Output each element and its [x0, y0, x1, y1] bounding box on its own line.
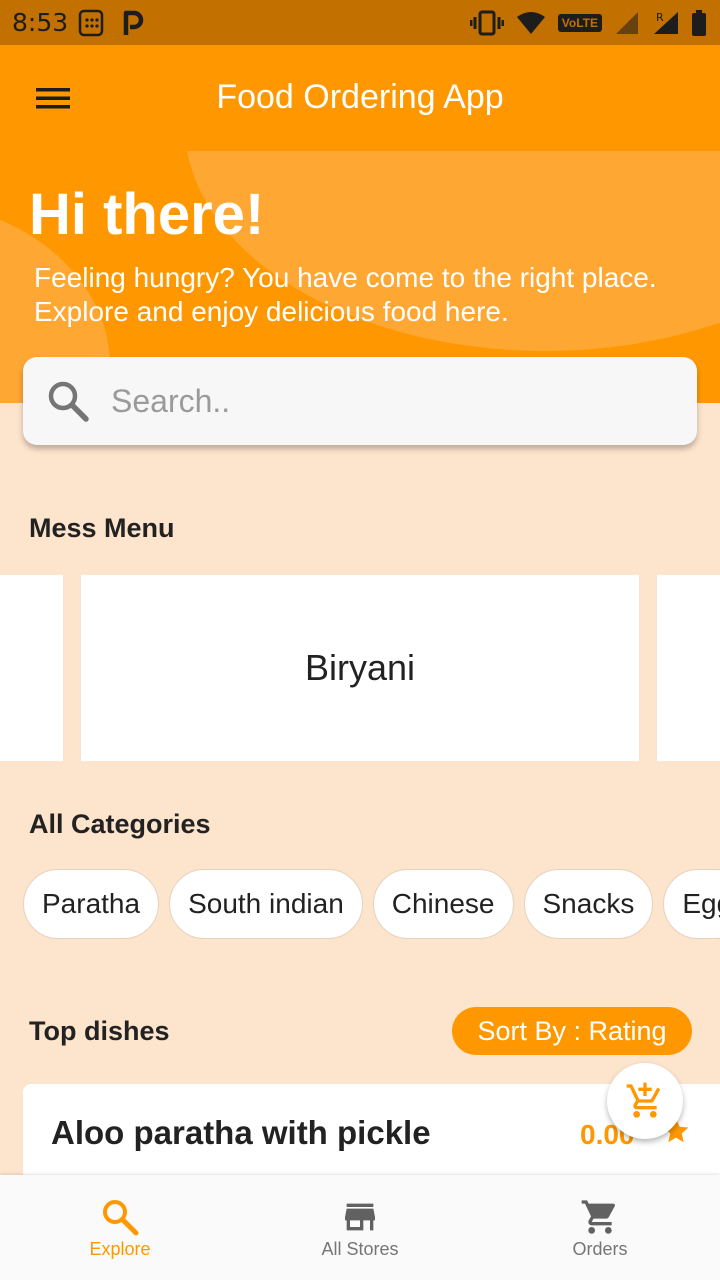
- bottom-navigation: Explore All Stores Orders: [0, 1175, 720, 1280]
- add-shopping-cart-icon: [626, 1082, 661, 1118]
- search-icon: [48, 381, 89, 422]
- app-bar: Food Ordering App: [0, 45, 720, 151]
- nav-orders[interactable]: Orders: [480, 1175, 720, 1280]
- category-chip[interactable]: Chinese: [372, 869, 514, 939]
- battery-icon: [692, 10, 706, 36]
- mess-menu-title: Mess Menu: [29, 513, 175, 543]
- mess-menu-card[interactable]: Biryani: [81, 575, 639, 761]
- volte-badge: VoLTE: [557, 14, 602, 32]
- category-chip[interactable]: Snacks: [523, 869, 654, 939]
- greeting-title: Hi there!: [29, 182, 265, 247]
- add-to-cart-button[interactable]: [607, 1063, 683, 1139]
- status-bar: 8:53 VoLTE R: [0, 0, 720, 45]
- search-input[interactable]: [111, 377, 671, 425]
- store-icon: [345, 1203, 375, 1231]
- sort-button[interactable]: Sort By : Rating: [452, 1007, 692, 1055]
- roaming-label: R: [656, 11, 664, 24]
- vibrate-icon: [469, 10, 504, 36]
- signal-icon: [616, 12, 638, 34]
- mess-menu-item-label: Biryani: [304, 647, 416, 688]
- roaming-signal-icon: R: [654, 11, 678, 34]
- category-chip[interactable]: South indian: [169, 869, 363, 939]
- p-app-notification-icon: [123, 10, 144, 35]
- nav-label: Explore: [89, 1239, 151, 1259]
- nav-explore[interactable]: Explore: [0, 1175, 240, 1280]
- category-chip-list: Paratha South indian Chinese Snacks Egg: [23, 869, 720, 939]
- nav-all-stores[interactable]: All Stores: [240, 1175, 480, 1280]
- wifi-icon: [516, 12, 545, 34]
- category-chip[interactable]: Paratha: [23, 869, 160, 939]
- mess-menu-card-next[interactable]: [657, 575, 720, 761]
- nav-label: Orders: [572, 1239, 628, 1259]
- calendar-notification-icon: [78, 9, 104, 37]
- dish-name: Aloo paratha with pickle: [51, 1114, 431, 1151]
- app-title: Food Ordering App: [216, 78, 504, 116]
- category-chip[interactable]: Egg: [663, 869, 720, 939]
- status-time: 8:53: [12, 8, 69, 37]
- search-bar[interactable]: [23, 357, 697, 445]
- cart-icon: [581, 1200, 616, 1234]
- greeting-subtitle: Feeling hungry? You have come to the rig…: [34, 262, 657, 327]
- categories-title: All Categories: [29, 809, 211, 839]
- nav-label: All Stores: [321, 1239, 399, 1259]
- mess-menu-card-previous[interactable]: [0, 575, 63, 761]
- search-icon: [103, 1200, 139, 1236]
- status-icons: VoLTE R: [469, 8, 706, 38]
- top-dishes-title: Top dishes: [29, 1016, 170, 1046]
